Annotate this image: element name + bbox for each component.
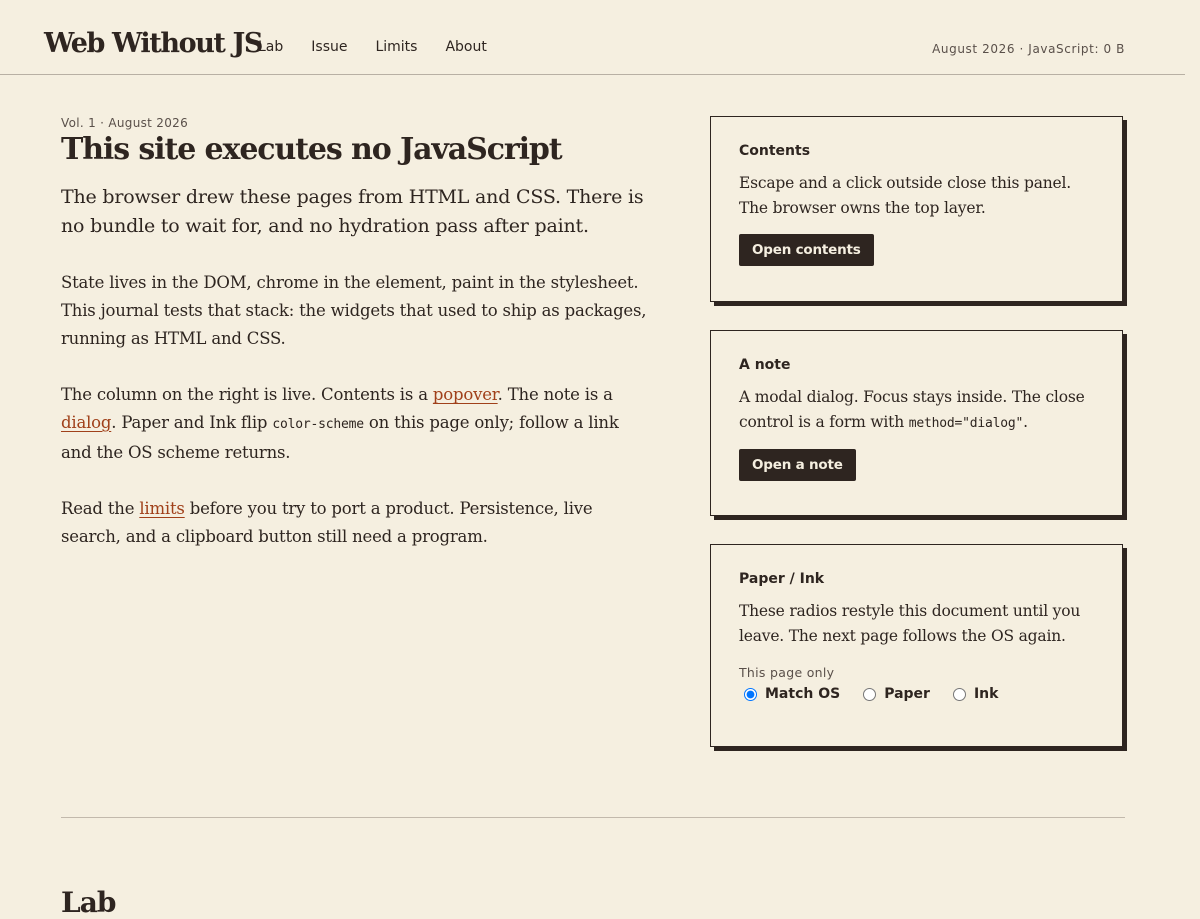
body-paragraph-1: State lives in the DOM, chrome in the el…	[61, 273, 647, 348]
radio-label: Ink	[973, 686, 999, 702]
paragraph-text: The column on the right is live. Content…	[61, 385, 433, 404]
limits-link[interactable]: limits	[139, 499, 185, 518]
card-text-part: .	[1023, 413, 1028, 431]
nav-link-issue[interactable]: Issue	[311, 39, 347, 55]
nav-link-lab[interactable]: Lab	[258, 39, 283, 55]
section-divider	[61, 817, 1125, 818]
theme-card: Paper / Ink These radios restyle this do…	[710, 544, 1123, 747]
card-title: A note	[739, 357, 791, 373]
color-scheme-radio-group: Match OS Paper Ink	[739, 686, 1094, 702]
dialog-link[interactable]: dialog	[61, 413, 111, 432]
radio-group-legend: This page only	[739, 665, 835, 680]
header-meta: August 2026 · JavaScript: 0 B	[932, 42, 1125, 56]
article: Vol. 1 · August 2026 This site executes …	[61, 116, 651, 551]
contents-card: Contents Escape and a click outside clos…	[710, 116, 1123, 302]
note-card: A note A modal dialog. Focus stays insid…	[710, 330, 1123, 516]
radio-option-paper[interactable]: Paper	[858, 686, 930, 702]
inline-code: method="dialog"	[908, 416, 1024, 431]
nav-link-about[interactable]: About	[445, 39, 486, 55]
radio-paper[interactable]	[863, 687, 877, 701]
open-note-button[interactable]: Open a note	[739, 449, 856, 481]
radio-match-os[interactable]	[744, 687, 757, 701]
section-heading: Lab	[61, 886, 116, 919]
radio-option-match-os[interactable]: Match OS	[739, 686, 840, 702]
card-title: Paper / Ink	[739, 571, 825, 587]
open-contents-button[interactable]: Open contents	[739, 234, 874, 266]
radio-ink[interactable]	[952, 687, 966, 701]
inline-code: color-scheme	[272, 417, 364, 432]
site-header: Web Without JS Lab Issue Limits About Au…	[0, 0, 1185, 75]
card-text: Escape and a click outside close this pa…	[739, 174, 1072, 217]
radio-label: Match OS	[765, 686, 841, 702]
paragraph-text: . Paper and Ink flip	[111, 413, 273, 432]
card-text: These radios restyle this document until…	[739, 602, 1081, 645]
issue-line: Vol. 1 · August 2026	[61, 116, 189, 130]
radio-label: Paper	[884, 686, 930, 702]
site-brand-link[interactable]: Web Without JS	[44, 28, 263, 59]
nav-link-limits[interactable]: Limits	[375, 39, 417, 55]
body-paragraph-3: Read the limits before you try to port a…	[61, 495, 651, 551]
lede-paragraph: The browser drew these pages from HTML a…	[61, 186, 644, 237]
radio-option-ink[interactable]: Ink	[948, 686, 999, 702]
card-text: A modal dialog. Focus stays inside. The …	[739, 385, 1094, 436]
paragraph-text: Read the	[61, 499, 140, 518]
main-nav: Lab Issue Limits About	[258, 39, 515, 55]
paragraph-text: . The note is a	[497, 385, 613, 404]
body-paragraph-2: The column on the right is live. Content…	[61, 381, 651, 467]
page-title: This site executes no JavaScript	[61, 132, 563, 167]
card-title: Contents	[739, 143, 811, 159]
popover-link[interactable]: popover	[433, 385, 498, 404]
